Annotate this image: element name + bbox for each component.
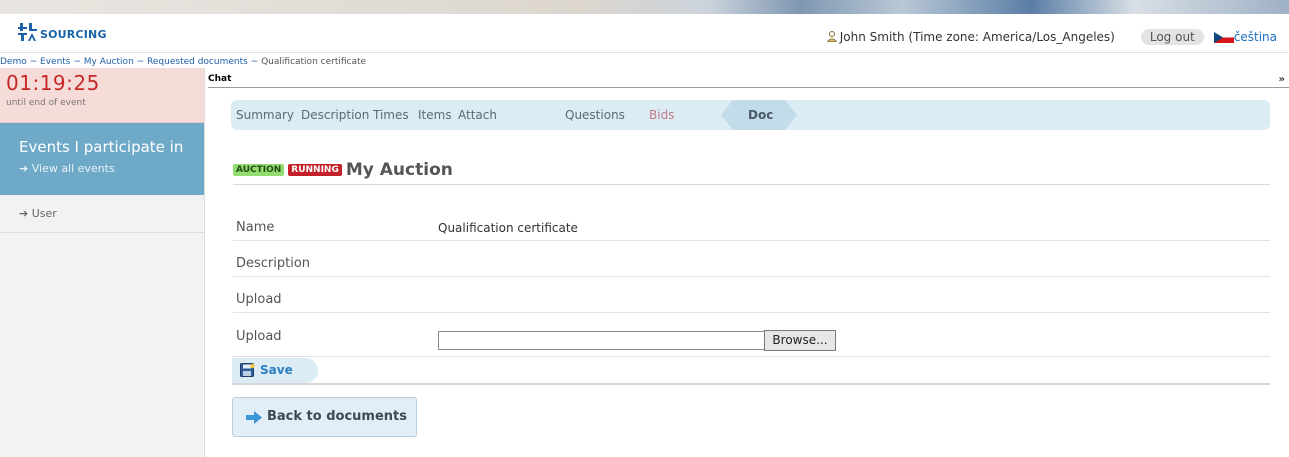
form-row-upload-info: Upload	[233, 276, 1270, 313]
auction-title-row: AUCTION RUNNING My Auction	[233, 160, 1270, 185]
czech-flag-icon	[1213, 31, 1234, 43]
app-header: SOURCING John Smith (Time zone: America/…	[0, 14, 1289, 53]
user-name[interactable]: John Smith (Time zone: America/Los_Angel…	[840, 30, 1115, 44]
tab-bar: Summary Description Times Items Attach D…	[231, 100, 1270, 130]
logo[interactable]: SOURCING	[18, 22, 107, 41]
floppy-disk-icon	[240, 363, 255, 377]
description-label: Description	[236, 256, 311, 271]
chat-label: Chat	[208, 74, 232, 84]
form-row-description: Description	[233, 240, 1270, 277]
arrow-right-icon	[246, 411, 262, 424]
user-icon	[826, 30, 837, 42]
breadcrumb-separator: ~	[26, 57, 41, 67]
tab-items[interactable]: Items	[418, 108, 452, 122]
file-upload-control: Browse...	[233, 323, 1270, 351]
language-switch[interactable]: čeština	[1234, 30, 1277, 44]
view-all-events-label: View all events	[31, 162, 115, 175]
name-value: Qualification certificate	[438, 221, 578, 235]
breadcrumb-my-auction[interactable]: My Auction	[84, 57, 134, 67]
chat-expand-icon[interactable]: »	[1279, 74, 1285, 85]
arrow-right-icon: ➔	[19, 207, 32, 220]
logo-text: SOURCING	[40, 28, 107, 41]
tab-description[interactable]: Description	[301, 108, 369, 122]
countdown-timer: 01:19:25	[6, 71, 100, 95]
form-row-upload-file: Upload Browse...	[233, 312, 1270, 357]
breadcrumb-separator: ~	[247, 57, 262, 67]
form-row-name: Name Qualification certificate	[233, 216, 1270, 241]
view-all-events-link[interactable]: ➔ View all events	[0, 156, 204, 175]
sourcing-logo-icon	[18, 22, 37, 41]
breadcrumb-separator: ~	[70, 57, 84, 67]
tab-doc-label: Doc	[748, 108, 774, 122]
save-label: Save	[260, 363, 293, 377]
user-area: John Smith (Time zone: America/Los_Angel…	[826, 29, 1277, 45]
sidebar: 01:19:25 until end of event Events I par…	[0, 68, 205, 457]
breadcrumb-separator: ~	[133, 57, 148, 67]
breadcrumb: Demo ~ Events ~ My Auction ~ Requested d…	[0, 57, 366, 67]
chat-bar[interactable]: Chat »	[208, 74, 1289, 88]
breadcrumb-requested-documents[interactable]: Requested documents	[147, 57, 248, 67]
auction-status-badge: RUNNING	[288, 164, 342, 176]
browse-button[interactable]: Browse...	[764, 330, 836, 351]
auction-type-badge: AUCTION	[233, 164, 285, 176]
tab-questions[interactable]: Questions	[565, 108, 625, 122]
save-bar: Save	[232, 358, 1270, 385]
back-to-documents-label: Back to documents	[267, 409, 407, 424]
tab-attach[interactable]: Attach	[458, 108, 497, 122]
tab-bids[interactable]: Bids	[649, 108, 674, 122]
events-panel: Events I participate in ➔ View all event…	[0, 123, 204, 195]
logout-button[interactable]: Log out	[1140, 29, 1204, 45]
tab-times[interactable]: Times	[373, 108, 409, 122]
event-timer-panel: 01:19:25 until end of event	[0, 68, 204, 123]
file-path-input[interactable]	[438, 331, 765, 350]
sidebar-item-user[interactable]: ➔ User	[0, 195, 204, 233]
events-title[interactable]: Events I participate in	[0, 123, 204, 156]
breadcrumb-demo[interactable]: Demo	[0, 57, 27, 67]
breadcrumb-current: Qualification certificate	[261, 57, 367, 67]
back-to-documents-button[interactable]: Back to documents	[232, 397, 417, 437]
name-label: Name	[236, 220, 275, 235]
breadcrumb-events[interactable]: Events	[40, 57, 70, 67]
header-banner	[0, 0, 1289, 14]
tab-chevron	[721, 100, 733, 130]
tab-summary[interactable]: Summary	[236, 108, 294, 122]
upload-label: Upload	[236, 292, 282, 307]
save-button[interactable]: Save	[232, 358, 318, 383]
page-title: My Auction	[345, 160, 453, 180]
tab-chevron	[785, 100, 797, 130]
arrow-right-icon: ➔	[19, 162, 32, 175]
timer-caption: until end of event	[6, 98, 86, 108]
sidebar-item-user-label: User	[31, 207, 57, 220]
tab-doc[interactable]: Doc	[733, 100, 785, 130]
